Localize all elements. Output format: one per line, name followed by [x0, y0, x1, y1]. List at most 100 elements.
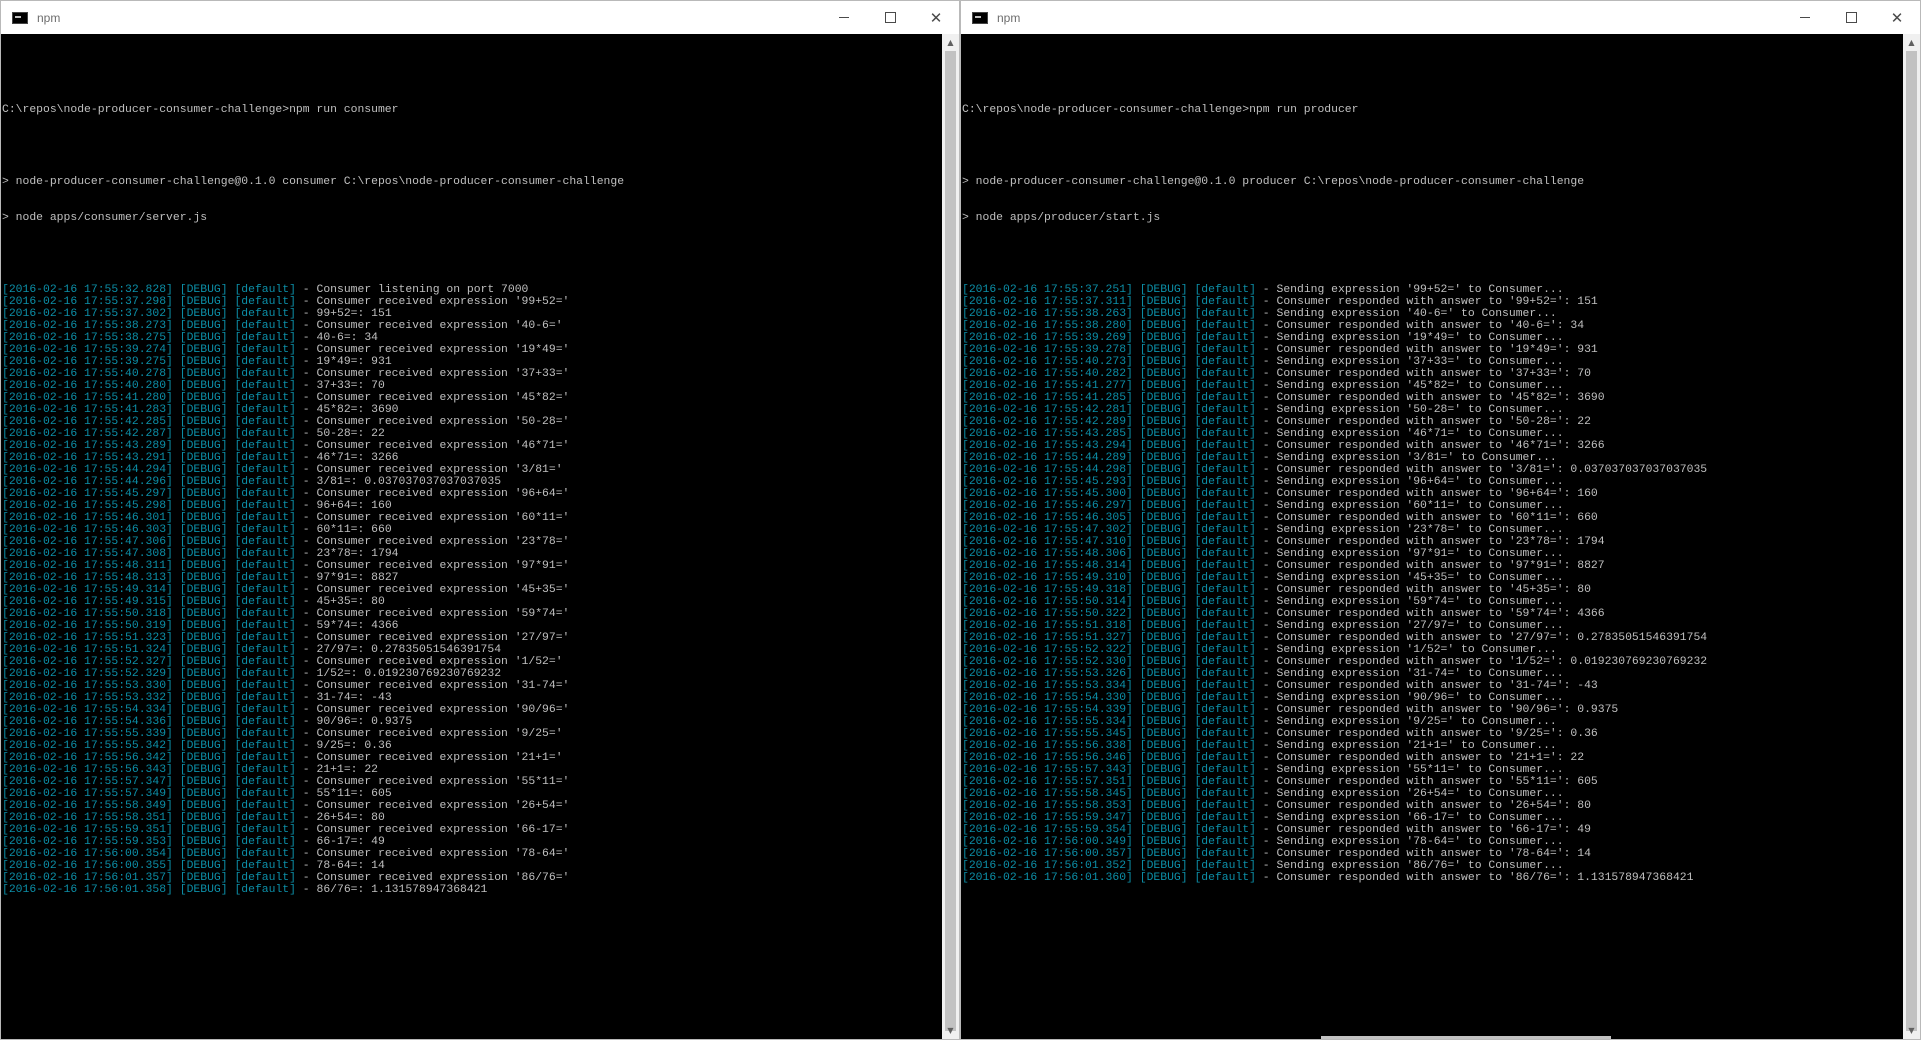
maximize-icon[interactable] [867, 1, 913, 34]
vertical-scrollbar[interactable]: ▲ ▼ [942, 34, 959, 1039]
console-output[interactable]: C:\repos\node-producer-consumer-challeng… [1, 34, 942, 1039]
log-separator: - [1255, 332, 1277, 344]
log-level: [DEBUG] [179, 440, 228, 452]
log-message: Consumer responded with answer to '1/52=… [1276, 656, 1708, 668]
log-category: [default] [234, 704, 296, 716]
log-level: [DEBUG] [1139, 380, 1188, 392]
log-level: [DEBUG] [179, 500, 228, 512]
npm-script-line: > node-producer-consumer-challenge@0.1.0… [962, 176, 1585, 188]
log-level: [DEBUG] [179, 752, 228, 764]
log-level: [DEBUG] [1139, 392, 1188, 404]
log-line: [2016-02-16 17:55:32.828] [DEBUG] [defau… [2, 284, 942, 296]
log-level: [DEBUG] [179, 740, 228, 752]
minimize-icon[interactable] [821, 1, 867, 34]
scrollbar-thumb[interactable] [1906, 51, 1917, 1031]
log-line: [2016-02-16 17:55:39.274] [DEBUG] [defau… [2, 344, 942, 356]
title-bar[interactable]: npm ✕ [1, 1, 959, 34]
log-separator: - [1255, 464, 1277, 476]
log-separator: - [1255, 548, 1277, 560]
log-message: 40-6=: 34 [316, 332, 379, 344]
log-separator: - [1255, 368, 1277, 380]
log-level: [DEBUG] [1139, 656, 1188, 668]
log-space [173, 692, 180, 704]
log-space [173, 632, 180, 644]
log-line: [2016-02-16 17:55:59.354] [DEBUG] [defau… [962, 824, 1903, 836]
log-category: [default] [234, 872, 296, 884]
log-space [173, 656, 180, 668]
log-line: [2016-02-16 17:55:38.263] [DEBUG] [defau… [962, 308, 1903, 320]
scrollbar-thumb[interactable] [945, 51, 956, 1031]
command-prompt: C:\repos\node-producer-consumer-challeng… [2, 104, 399, 116]
log-category: [default] [1194, 572, 1256, 584]
horizontal-scrollbar-thumb[interactable] [1321, 1036, 1611, 1039]
log-line: [2016-02-16 17:55:41.280] [DEBUG] [defau… [2, 392, 942, 404]
log-space [173, 560, 180, 572]
log-category: [default] [1194, 416, 1256, 428]
log-space [1133, 332, 1140, 344]
scroll-down-icon[interactable]: ▼ [1903, 1022, 1920, 1039]
log-message: 78-64=: 14 [316, 860, 385, 872]
log-level: [DEBUG] [179, 572, 228, 584]
log-level: [DEBUG] [1139, 740, 1188, 752]
log-separator: - [1255, 752, 1277, 764]
log-level: [DEBUG] [1139, 416, 1188, 428]
close-icon[interactable]: ✕ [913, 1, 959, 34]
log-separator: - [1255, 320, 1277, 332]
log-separator: - [295, 764, 317, 776]
log-category: [default] [1194, 656, 1256, 668]
log-separator: - [1255, 740, 1277, 752]
log-line: [2016-02-16 17:55:55.345] [DEBUG] [defau… [962, 728, 1903, 740]
log-separator: - [295, 596, 317, 608]
log-separator: - [1255, 860, 1277, 872]
vertical-scrollbar[interactable]: ▲ ▼ [1903, 34, 1920, 1039]
scroll-down-icon[interactable]: ▼ [942, 1022, 959, 1039]
log-timestamp: [2016-02-16 17:55:57.351] [962, 776, 1133, 788]
log-message: Consumer received expression '40-6=' [316, 320, 563, 332]
log-category: [default] [234, 812, 296, 824]
minimize-icon[interactable] [1782, 1, 1828, 34]
log-space [173, 296, 180, 308]
log-category: [default] [1194, 860, 1256, 872]
log-message: Consumer responded with answer to '40-6=… [1276, 320, 1585, 332]
log-line: [2016-02-16 17:55:40.282] [DEBUG] [defau… [962, 368, 1903, 380]
log-category: [default] [1194, 368, 1256, 380]
log-space [173, 668, 180, 680]
log-line: [2016-02-16 17:55:55.342] [DEBUG] [defau… [2, 740, 942, 752]
log-timestamp: [2016-02-16 17:55:43.289] [2, 440, 173, 452]
scroll-up-icon[interactable]: ▲ [942, 34, 959, 51]
console-output[interactable]: C:\repos\node-producer-consumer-challeng… [961, 34, 1903, 1039]
log-separator: - [1255, 716, 1277, 728]
log-separator: - [1255, 572, 1277, 584]
close-icon[interactable]: ✕ [1874, 1, 1920, 34]
log-message: Consumer responded with answer to '37+33… [1276, 368, 1591, 380]
producer-window[interactable]: npm ✕ C:\repos\node-producer-consumer-ch… [960, 0, 1921, 1040]
consumer-window[interactable]: npm ✕ C:\repos\node-producer-consumer-ch… [0, 0, 960, 1040]
log-timestamp: [2016-02-16 17:55:42.289] [962, 416, 1133, 428]
scroll-up-icon[interactable]: ▲ [1903, 34, 1920, 51]
log-message: Consumer responded with answer to '45*82… [1276, 392, 1605, 404]
log-space [173, 380, 180, 392]
log-message: Consumer responded with answer to '45+35… [1276, 584, 1591, 596]
log-category: [default] [234, 596, 296, 608]
log-line: [2016-02-16 17:55:48.306] [DEBUG] [defau… [962, 548, 1903, 560]
log-separator: - [295, 704, 317, 716]
log-separator: - [1255, 476, 1277, 488]
maximize-icon[interactable] [1828, 1, 1874, 34]
log-space [1133, 608, 1140, 620]
log-space [173, 596, 180, 608]
log-timestamp: [2016-02-16 17:55:59.351] [2, 824, 173, 836]
log-line: [2016-02-16 17:55:46.301] [DEBUG] [defau… [2, 512, 942, 524]
title-bar[interactable]: npm ✕ [961, 1, 1920, 34]
log-timestamp: [2016-02-16 17:55:41.285] [962, 392, 1133, 404]
log-separator: - [1255, 608, 1277, 620]
log-separator: - [1255, 344, 1277, 356]
log-timestamp: [2016-02-16 17:55:37.311] [962, 296, 1133, 308]
log-line: [2016-02-16 17:55:51.318] [DEBUG] [defau… [962, 620, 1903, 632]
log-separator: - [1255, 728, 1277, 740]
log-line: [2016-02-16 17:55:49.315] [DEBUG] [defau… [2, 596, 942, 608]
log-level: [DEBUG] [179, 692, 228, 704]
log-separator: - [295, 776, 317, 788]
log-timestamp: [2016-02-16 17:55:40.273] [962, 356, 1133, 368]
log-level: [DEBUG] [1139, 788, 1188, 800]
log-space [1133, 416, 1140, 428]
